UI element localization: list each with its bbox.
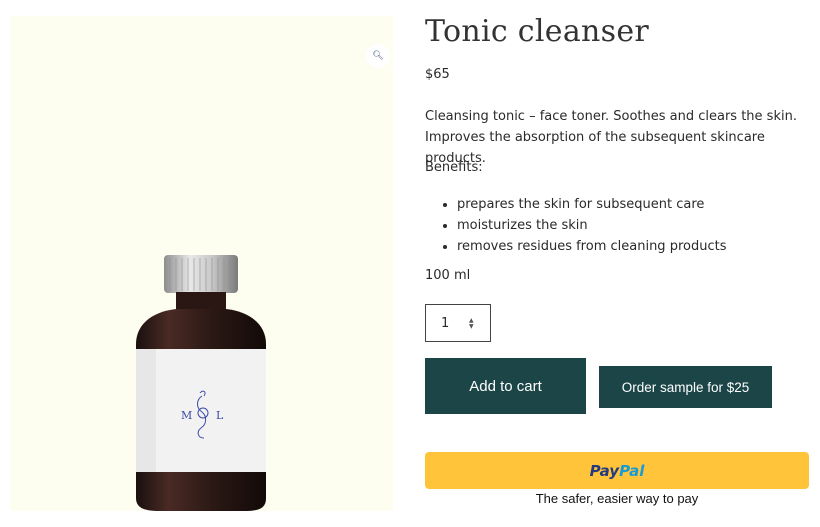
product-price: $65 <box>425 67 450 82</box>
paypal-logo-pay: Pay <box>589 461 620 480</box>
quantity-stepper[interactable]: 1 ▲ ▼ <box>425 304 491 342</box>
product-title: Tonic cleanser <box>425 14 650 49</box>
order-sample-button[interactable]: Order sample for $25 <box>599 366 772 408</box>
magnifier-icon: 🔍︎ <box>372 51 384 61</box>
quantity-value: 1 <box>441 315 450 331</box>
list-item: removes residues from cleaning products <box>457 236 726 257</box>
benefits-list: prepares the skin for subsequent care mo… <box>425 194 726 257</box>
chevron-up-down-icon[interactable]: ▲ ▼ <box>469 318 476 330</box>
zoom-button[interactable]: 🔍︎ <box>366 44 390 68</box>
bottle-label-letter-right: L <box>216 409 224 422</box>
paypal-button[interactable]: Pay Pal <box>425 452 809 489</box>
product-volume: 100 ml <box>425 268 471 283</box>
product-image: M L <box>136 255 266 511</box>
benefits-heading: Benefits: <box>425 160 483 175</box>
product-description: Cleansing tonic – face toner. Soothes an… <box>425 109 797 166</box>
product-gallery[interactable]: M L 🔍︎ <box>10 16 393 511</box>
add-to-cart-button[interactable]: Add to cart <box>425 358 586 414</box>
paypal-tagline: The safer, easier way to pay <box>535 491 699 506</box>
list-item: moisturizes the skin <box>457 215 726 236</box>
list-item: prepares the skin for subsequent care <box>457 194 726 215</box>
bottle-label-letter-left: M <box>181 409 192 422</box>
paypal-logo-pal: Pal <box>619 461 645 480</box>
